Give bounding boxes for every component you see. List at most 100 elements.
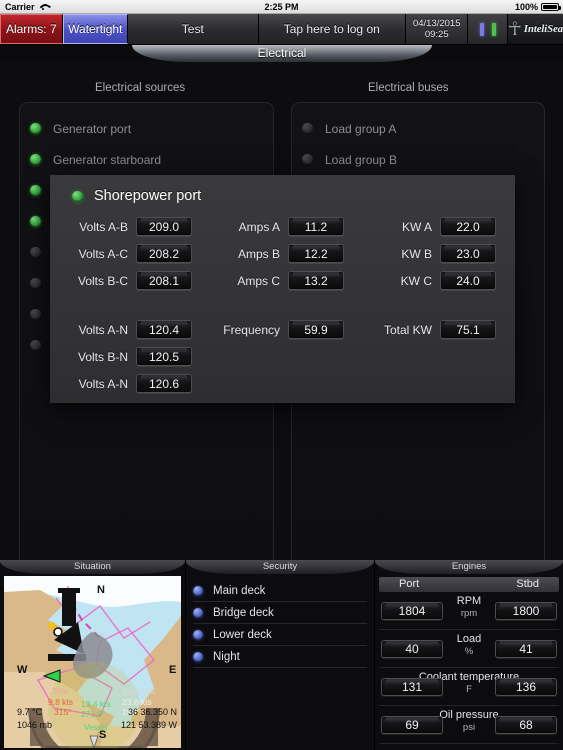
engine-metric-row: Oil pressure psi 69 68 (379, 706, 559, 744)
security-list-item[interactable]: Main deck (193, 580, 367, 602)
readout-row: Volts A-C 208.2 Amps B 12.2 KW B 23.0 (50, 240, 515, 267)
bus-label: Load group B (325, 152, 398, 167)
readout-value: 22.0 (440, 217, 496, 236)
readout-row: Volts B-N 120.5 (50, 343, 515, 370)
source-label: Generator starboard (53, 152, 162, 167)
status-right: 100% (514, 1, 561, 12)
readout-value: 75.1 (440, 320, 496, 339)
readout-row: Volts A-N 120.6 (50, 370, 515, 397)
bus-row[interactable]: Load group B (302, 144, 554, 175)
engine-metric-row: Coolant temperature F 131 136 (379, 668, 559, 706)
readout-label: Volts B-C (77, 273, 128, 288)
modal-title-label: Shorepower port (94, 188, 202, 204)
source-label: Generator port (53, 121, 132, 136)
engine-stbd-header: Stbd (516, 578, 539, 590)
readout-cell: Amps C 13.2 (202, 271, 354, 290)
readout-label: Volts A-B (79, 219, 128, 234)
readout-label: KW A (401, 219, 432, 234)
modal-readout-grid: Volts A-B 209.0 Amps A 11.2 KW A 22.0 Volts A-… (50, 213, 515, 397)
status-time: 2:25 PM (264, 1, 299, 12)
status-led-blue-icon (479, 22, 484, 36)
readout-cell: Volts A-N 120.4 (50, 320, 202, 339)
source-status-led-icon (30, 185, 41, 196)
readout-value: 11.2 (288, 217, 344, 236)
security-item-label: Main deck (213, 584, 266, 597)
engine-port-value: 40 (381, 639, 443, 658)
readout-cell: KW A 22.0 (354, 217, 504, 236)
chart-svg (4, 576, 181, 748)
readout-value: 24.0 (440, 271, 496, 290)
shorepower-status-led-icon (72, 190, 83, 202)
security-item-label: Bridge deck (213, 606, 274, 619)
readout-value: 13.2 (288, 271, 344, 290)
engines-panel[interactable]: Engines Port Stbd RPM rpm 1804 1800 Load% 40 4… (375, 560, 563, 750)
readout-label: KW B (401, 246, 432, 261)
engines-title: Engines (375, 560, 563, 574)
readout-cell: KW C 24.0 (354, 271, 504, 290)
log-on-button[interactable]: Tap here to log on (258, 14, 406, 44)
engines-column-header: Port Stbd (379, 577, 559, 592)
readout-label: Amps B (237, 246, 280, 261)
modal-header: Shorepower port (72, 188, 201, 204)
engine-metric-row: Load% 40 41 (379, 630, 559, 668)
ios-status-bar: Carrier 2:25 PM 100% (0, 0, 563, 14)
readout-label: KW C (400, 273, 432, 288)
readout-label: Amps A (238, 219, 280, 234)
readout-cell: Volts B-C 208.1 (50, 271, 202, 290)
readout-value: 120.6 (136, 374, 192, 393)
source-status-led-icon (30, 309, 41, 320)
bus-status-led-icon (302, 154, 313, 165)
watertight-button[interactable]: Watertight (62, 14, 128, 44)
readout-value: 120.5 (136, 347, 192, 366)
battery-percent-label: 100% (514, 1, 538, 12)
security-status-led-icon (193, 585, 203, 596)
security-item-label: Lower deck (213, 628, 272, 641)
readout-cell: Volts B-N 120.5 (50, 347, 202, 366)
battery-icon (541, 2, 561, 11)
navigation-chart[interactable]: N E S W True 9.8 kts 315° Vessel 13.4 kt… (4, 576, 181, 748)
readout-cell: Volts A-C 208.2 (50, 244, 202, 263)
situation-body: N E S W True 9.8 kts 315° Vessel 13.4 kt… (0, 574, 185, 750)
engine-port-header: Port (399, 578, 420, 590)
logo-text: InteliSea (523, 23, 563, 35)
situation-title: Situation (0, 560, 185, 574)
readout-cell: Amps A 11.2 (202, 217, 354, 236)
alarms-button[interactable]: Alarms: 7 (0, 14, 63, 44)
security-list-item[interactable]: Bridge deck (193, 602, 367, 624)
engine-port-value: 69 (381, 715, 443, 734)
date-label: 04/13/2015 (412, 18, 461, 29)
readout-row: Volts A-B 209.0 Amps A 11.2 KW A 22.0 (50, 213, 515, 240)
top-toolbar: Alarms: 7 Watertight Test Tap here to lo… (0, 14, 563, 45)
security-list: Main deck Bridge deck Lower deck Night (186, 574, 374, 750)
readout-label: Amps C (237, 273, 280, 288)
date-time-display: 04/13/2015 09:25 (405, 14, 469, 44)
status-indicator-group (468, 14, 508, 44)
test-button[interactable]: Test (127, 14, 259, 44)
source-row[interactable]: Generator starboard (30, 144, 283, 175)
security-list-item[interactable]: Night (193, 646, 367, 668)
bus-row[interactable]: Load group A (302, 113, 554, 144)
readout-cell: Total KW 75.1 (354, 320, 504, 339)
security-status-led-icon (193, 629, 203, 640)
readout-cell: Frequency 59.9 (202, 320, 354, 339)
engine-stbd-value: 41 (495, 639, 557, 658)
readout-label: Volts A-C (78, 246, 128, 261)
shorepower-detail-modal[interactable]: Shorepower port Volts A-B 209.0 Amps A 11.2… (50, 175, 515, 403)
source-row[interactable]: Generator port (30, 113, 283, 144)
readout-value: 23.0 (440, 244, 496, 263)
engine-stbd-value: 68 (495, 715, 557, 734)
readout-value: 59.9 (288, 320, 344, 339)
readout-label: Total KW (383, 322, 432, 337)
readout-label: Frequency (223, 322, 280, 337)
page-title: Electrical (132, 45, 432, 62)
security-list-item[interactable]: Lower deck (193, 624, 367, 646)
engine-metric-row: RPM rpm 1804 1800 (379, 592, 559, 630)
source-status-led-icon (30, 123, 41, 134)
security-title: Security (186, 560, 374, 574)
bottom-dock: Situation N E S W True 9.8 kts 315° Vess… (0, 560, 563, 750)
situation-panel[interactable]: Situation N E S W True 9.8 kts 315° Vess… (0, 560, 185, 750)
intelisea-logo: ☥ InteliSea (507, 14, 563, 44)
security-panel[interactable]: Security Main deck Bridge deck Lower deck N… (186, 560, 374, 750)
source-status-led-icon (30, 278, 41, 289)
anchor-icon: ☥ (507, 18, 522, 40)
